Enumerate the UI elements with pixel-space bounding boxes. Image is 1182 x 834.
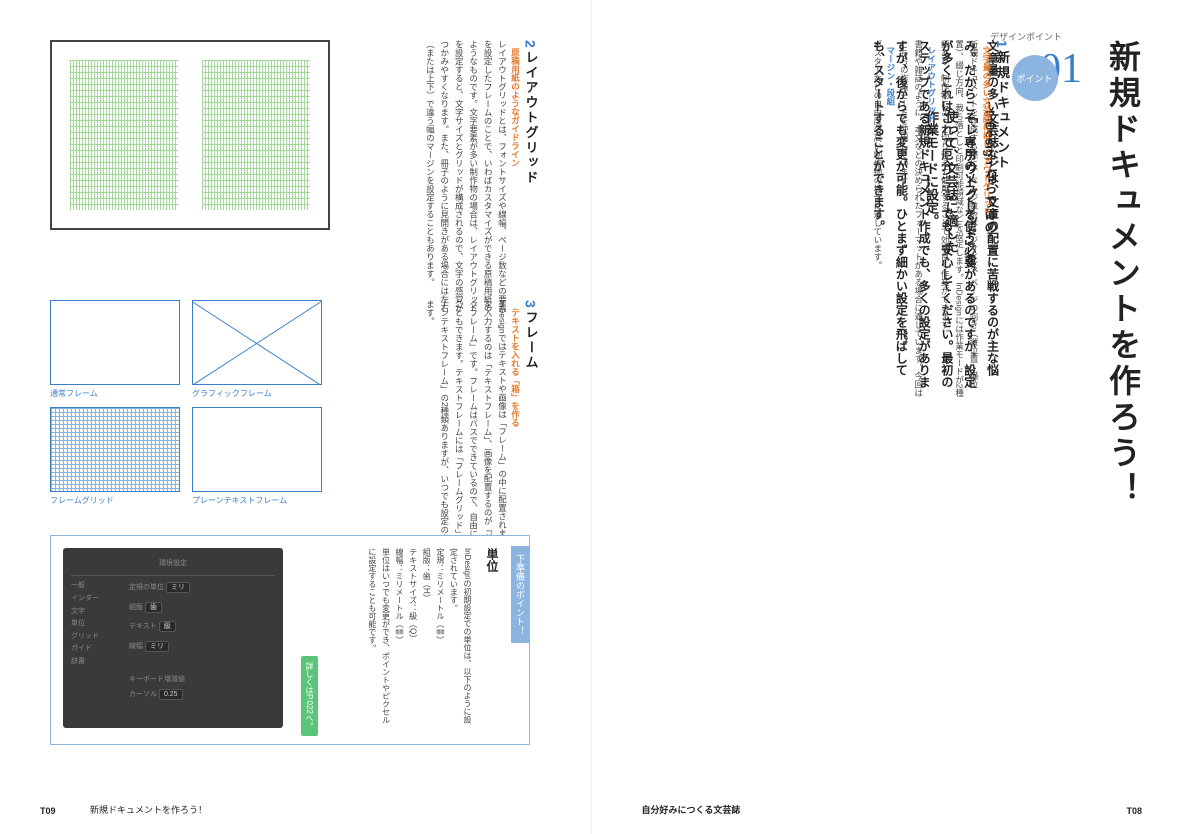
- section-3-title: フレーム: [524, 311, 539, 371]
- section-2-body: レイアウトグリッドとは、フォントサイズや線幅、ページ数などの要素を設定したフレー…: [423, 40, 510, 320]
- frame-label-1: 通常フレーム: [50, 388, 180, 399]
- preparation-text: 単位 InDesignの初期設定での単位は、以下のように設定されています。 定規…: [301, 548, 501, 728]
- point-badge: ポイント: [1012, 55, 1058, 101]
- page-number-right: T08: [1126, 806, 1142, 816]
- sec1-sub2: レイアウトグリッド: [926, 46, 938, 394]
- sec1-body1: 新規ドキュメントを作成する際に、ページ数やページサイズ、ページの向き（縦位置・横…: [938, 40, 981, 400]
- section-2-number: 2: [523, 40, 539, 48]
- section-2-title: レイアウトグリッド: [524, 51, 539, 186]
- prep-body: InDesignの初期設定での単位は、以下のように設定されています。 定規：ミリ…: [365, 548, 474, 728]
- section-1-number: 1: [994, 40, 1010, 48]
- section-1: 1 新規ドキュメント 文字量の多い文芸誌にはレイアウトグリッド 新規ドキュメント…: [852, 40, 1012, 400]
- preferences-screenshot: 環境設定 一般インター文字単位グリッドガイド辞書 定規の単位 ミリ 組版 歯 テ…: [63, 548, 283, 728]
- section-2: 2 レイアウトグリッド 原稿用紙のようなガイドライン レイアウトグリッドとは、フ…: [391, 40, 541, 320]
- section-1-title: 新規ドキュメント: [995, 51, 1010, 171]
- prep-title: 単位: [484, 548, 501, 728]
- section-3-number: 3: [523, 300, 539, 308]
- footer-title-left: 新規ドキュメントを作ろう！: [90, 803, 207, 816]
- page-number-left: T09: [40, 806, 56, 816]
- page-left: 2 レイアウトグリッド 原稿用紙のようなガイドライン レイアウトグリッドとは、フ…: [0, 0, 592, 834]
- detail-link-tab: 詳しくはP.022へ。: [301, 656, 318, 736]
- sec1-sub1: 文字量の多い文芸誌にはレイアウトグリッド: [981, 46, 993, 394]
- frame-label-4: プレーンテキストフレーム: [192, 495, 322, 506]
- footer-title-right: 自分好みにつくる文芸誌: [642, 803, 741, 816]
- layout-grid-figure: [50, 40, 330, 230]
- preparation-tab: 下準備のポイント！: [511, 546, 530, 643]
- frame-label-3: フレームグリッド: [50, 495, 180, 506]
- frames-figure: 通常フレーム グラフィックフレーム フレームグリッド プレーンテキストフレーム: [50, 300, 330, 514]
- section-2-subhead: 原稿用紙のようなガイドライン: [510, 48, 522, 312]
- page-right: デザインポイント 01 新規ドキュメントを作ろう！ ポイント 文章量の多い文芸誌…: [592, 0, 1182, 834]
- section-3-subhead: テキストを入れる「箱」を作る: [510, 308, 522, 572]
- main-title: 新規ドキュメントを作ろう！: [1104, 40, 1142, 508]
- sec1-body2: 書籍や雑誌のように、本文などの決められたフォーマットがある場合に適しています。今…: [897, 40, 926, 400]
- frame-label-2: グラフィックフレーム: [192, 388, 322, 399]
- sec1-body3: ポスターなどの自由度の高い制作物の場合に適しています。: [870, 40, 884, 400]
- preparation-box: 下準備のポイント！ 環境設定 一般インター文字単位グリッドガイド辞書 定規の単位…: [50, 535, 530, 745]
- sec1-sub3: マージン・段組: [885, 46, 897, 394]
